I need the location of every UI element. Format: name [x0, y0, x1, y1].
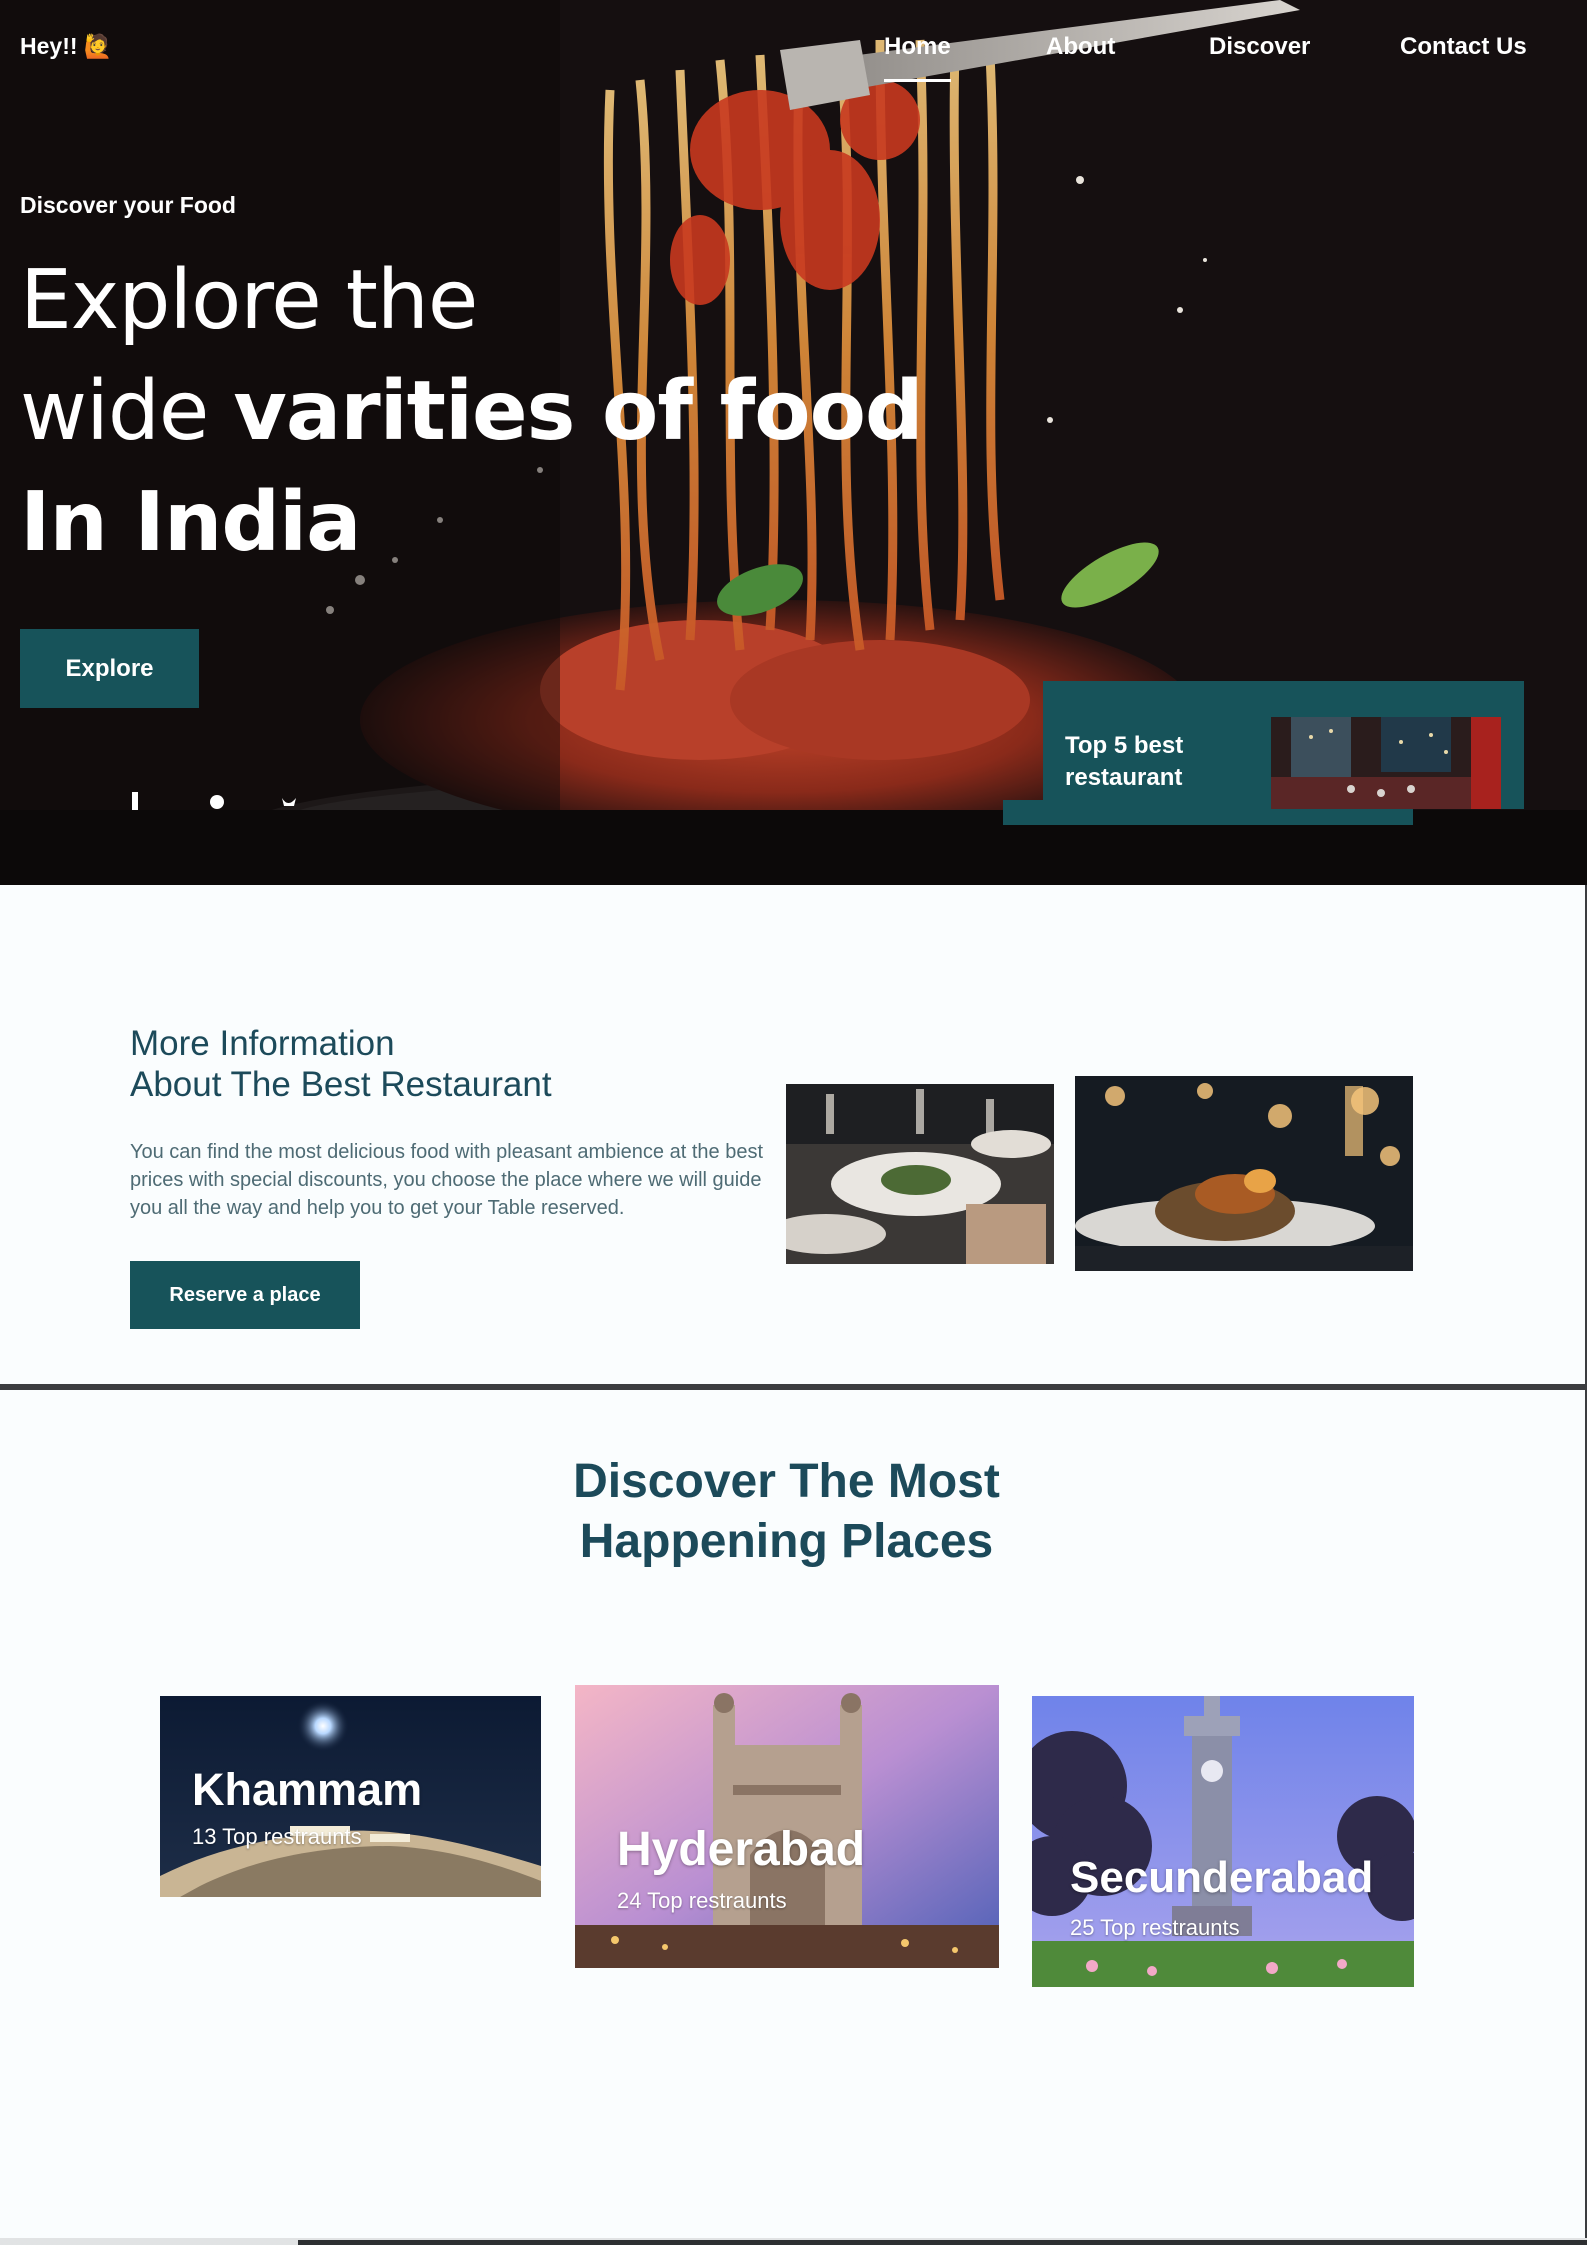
social-icons-svg [132, 792, 296, 810]
top5-restaurant-image [1271, 717, 1501, 809]
nav-about[interactable]: About [1046, 33, 1115, 61]
secunderabad-clock-tower-image [1032, 1696, 1414, 1987]
info-title: More Information About The Best Restaura… [130, 1023, 552, 1105]
place-name: Secunderabad [1070, 1853, 1374, 1902]
hero-kicker: Discover your Food [20, 192, 236, 218]
twitter-icon[interactable] [282, 798, 296, 806]
hero-title: Explore the wide varities of food In Ind… [20, 245, 924, 578]
instagram-icon[interactable] [210, 795, 224, 809]
hero-title-line1: Explore the [20, 253, 478, 348]
hero-title-line2: wide varities of food [20, 356, 924, 467]
place-card-hyderabad[interactable]: Hyderabad 24 Top restraunts [575, 1685, 999, 1968]
place-name: Khammam [192, 1764, 423, 1815]
place-card-secunderabad[interactable]: Secunderabad 25 Top restraunts [1032, 1696, 1414, 1987]
top5-restaurant-card[interactable]: Top 5 best restaurant [1043, 681, 1524, 809]
social-icons [132, 790, 312, 812]
place-count: 13 Top restraunts [192, 1824, 362, 1849]
hero-title-line2-light: wide [20, 364, 234, 459]
top5-label: Top 5 best restaurant [1065, 732, 1184, 791]
place-count: 25 Top restraunts [1070, 1915, 1240, 1940]
gourmet-dish-image [1075, 1076, 1413, 1271]
hero-title-line2-bold: varities of food [233, 364, 923, 459]
hero-title-line3: In India [20, 475, 361, 570]
nav-contact-us[interactable]: Contact Us [1400, 33, 1527, 61]
info-title-line2: About The Best Restaurant [130, 1065, 552, 1104]
nav-discover[interactable]: Discover [1209, 33, 1310, 61]
horizontal-scrollbar[interactable] [0, 2238, 1587, 2245]
info-description: You can find the most delicious food wit… [130, 1141, 763, 1219]
discover-title-line1: Discover The Most [573, 1455, 1000, 1508]
explore-button[interactable]: Explore [20, 629, 199, 708]
facebook-icon[interactable] [132, 792, 138, 810]
main-nav: Home About Discover Contact Us [0, 33, 1587, 82]
place-name: Hyderabad [617, 1823, 866, 1876]
place-count: 24 Top restraunts [617, 1888, 787, 1913]
section-divider [0, 1384, 1587, 1390]
hero-section: Hey!! 🙋 Home About Discover Contact Us D… [0, 0, 1587, 885]
nav-home[interactable]: Home [884, 33, 951, 82]
scrollbar-thumb[interactable] [298, 2240, 1587, 2245]
discover-title-line2: Happening Places [579, 1515, 994, 1568]
place-card-khammam[interactable]: Khammam 13 Top restraunts [160, 1696, 541, 1897]
restaurant-table-image [786, 1084, 1054, 1264]
info-title-line1: More Information [130, 1024, 395, 1063]
reserve-place-button[interactable]: Reserve a place [130, 1261, 360, 1329]
discover-title: Discover The Most Happening Places [0, 1452, 1573, 1572]
